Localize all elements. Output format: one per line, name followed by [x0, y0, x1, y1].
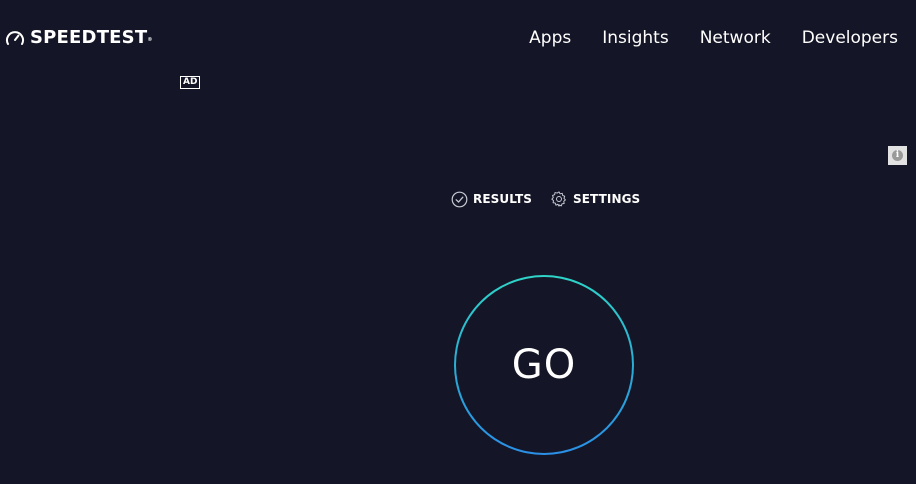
speedtest-page: SPEEDTEST® Apps Insights Network Develop…: [0, 0, 916, 484]
nav-item-apps[interactable]: Apps: [529, 28, 571, 48]
go-label: GO: [511, 342, 577, 388]
logo-wordmark: SPEEDTEST®: [30, 27, 153, 48]
ad-info-button[interactable]: i: [888, 146, 907, 165]
speedtest-logo[interactable]: SPEEDTEST®: [5, 27, 153, 49]
info-icon: i: [892, 150, 903, 161]
nav-item-network[interactable]: Network: [700, 28, 771, 48]
settings-label: SETTINGS: [573, 192, 641, 206]
nav-item-developers[interactable]: Developers: [802, 28, 898, 48]
test-controls: RESULTS SETTINGS: [451, 190, 640, 208]
main-nav: Apps Insights Network Developers: [529, 28, 898, 48]
gear-icon: [551, 191, 566, 207]
check-circle-icon: [451, 191, 468, 207]
go-button[interactable]: GO: [454, 275, 634, 455]
speedometer-icon: [6, 31, 24, 45]
results-button[interactable]: RESULTS: [451, 190, 532, 208]
nav-item-insights[interactable]: Insights: [602, 28, 668, 48]
ad-badge: AD: [180, 76, 201, 89]
settings-button[interactable]: SETTINGS: [550, 190, 640, 208]
results-label: RESULTS: [473, 192, 533, 206]
